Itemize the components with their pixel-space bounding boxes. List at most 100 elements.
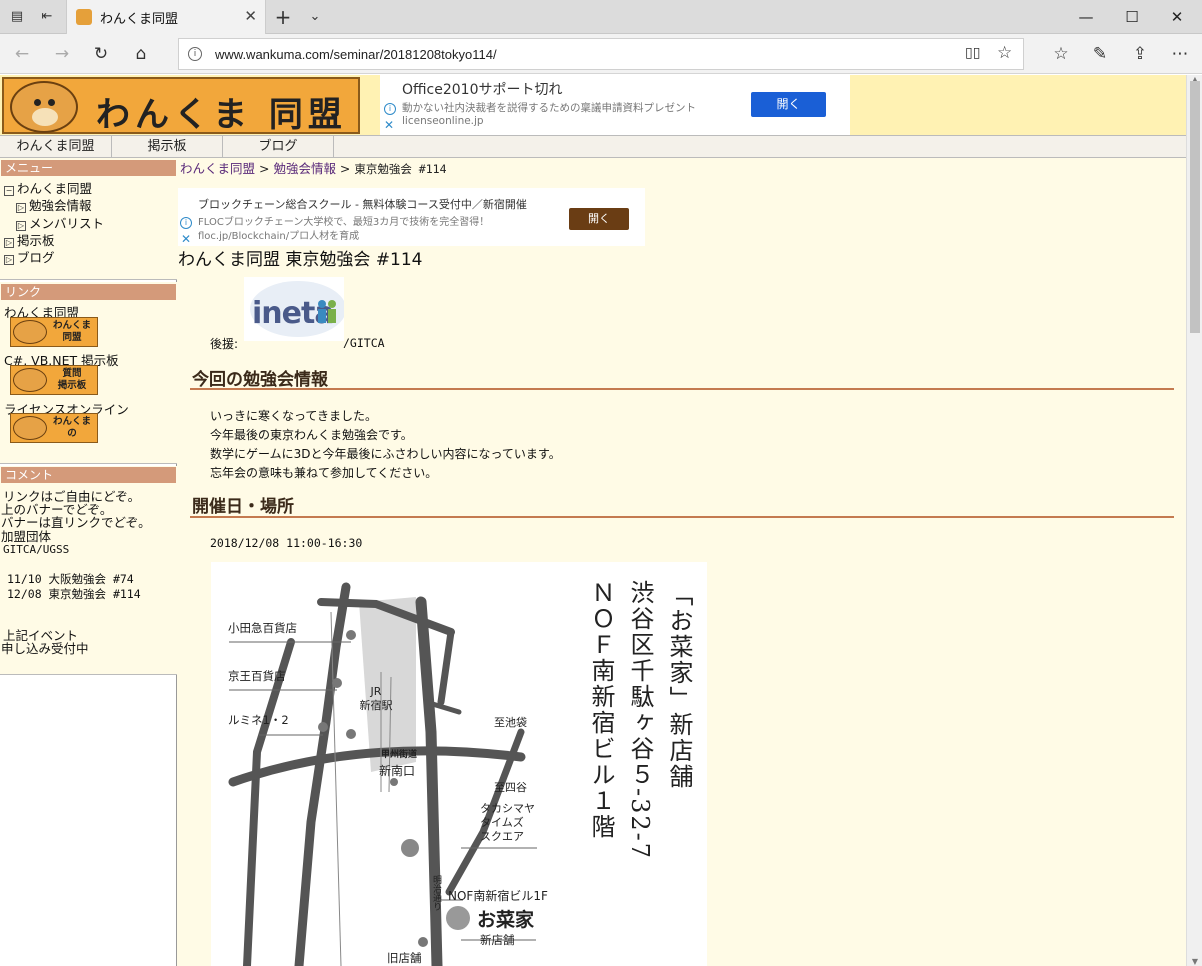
- sponsor-suffix: /GITCA: [343, 336, 385, 350]
- intro-line: 今年最後の東京わんくま勉強会です。: [210, 428, 413, 442]
- expand-icon[interactable]: ▷: [4, 255, 14, 265]
- inline-ad-banner[interactable]: ブロックチェーン総合スクール - 無料体験コース受付中／新宿開催 FLOCブロッ…: [178, 188, 645, 246]
- collapse-icon[interactable]: −: [4, 186, 14, 196]
- top-ad-banner[interactable]: Office2010サポート切れ 動かない社内決裁者を説得するための稟議申請資料…: [380, 75, 850, 135]
- favorites-hub-icon[interactable]: ☆: [1049, 42, 1073, 66]
- intro-line: いっきに寒くなってきました。: [210, 409, 378, 423]
- breadcrumb: わんくま同盟 > 勉強会情報 > 東京勉強会 #114: [180, 161, 447, 176]
- map-label-oldshop: 旧店舗: [387, 951, 422, 965]
- forward-icon[interactable]: →: [50, 42, 74, 66]
- sponsor-label: 後援:: [210, 337, 239, 351]
- breadcrumb-home[interactable]: わんくま同盟: [180, 161, 255, 176]
- breadcrumb-section[interactable]: 勉強会情報: [273, 161, 336, 176]
- page-viewport: わんくま 同盟 Office2010サポート切れ 動かない社内決裁者を説得するた…: [0, 75, 1186, 966]
- map-label-store: 京王百貨店: [228, 669, 286, 683]
- bear-icon: [13, 368, 47, 392]
- minimize-icon[interactable]: —: [1073, 4, 1099, 30]
- sidebar-comment-header: コメント: [1, 467, 176, 483]
- ad-desc: FLOCブロックチェーン大学校で、最短3カ月で技術を完全習得！: [198, 217, 490, 228]
- ad-open-button[interactable]: 開く: [751, 92, 826, 117]
- wankuma-banner[interactable]: わんくま 同盟: [10, 317, 98, 347]
- sidebar-item-seminar[interactable]: ▷ 勉強会情報: [16, 195, 92, 214]
- maximize-icon[interactable]: ☐: [1119, 4, 1145, 30]
- more-icon[interactable]: ⋯: [1168, 42, 1192, 66]
- sidebar-menu-header: メニュー: [1, 160, 176, 176]
- map-label-store: 小田急百貨店: [228, 621, 297, 635]
- ad-domain: floc.jp/Blockchain/プロ人材を育成: [198, 231, 360, 242]
- intro-line: 忘年会の意味も兼ねて参加してください。: [210, 466, 438, 480]
- menu-item-home[interactable]: わんくま同盟: [0, 136, 112, 157]
- page-scrollbar[interactable]: ▲ ▼: [1186, 75, 1202, 966]
- refresh-icon[interactable]: ↻: [89, 42, 113, 66]
- venue-map: 小田急百貨店 京王百貨店 ルミネ1・2 JR 新宿駅 甲州街道 新南口 至池袋 …: [211, 562, 707, 966]
- breadcrumb-current: 東京勉強会 #114: [354, 162, 447, 176]
- home-icon[interactable]: ⌂: [129, 42, 153, 66]
- tab-actions-icon[interactable]: ▤: [8, 8, 26, 26]
- notes-pen-icon[interactable]: ✎: [1088, 42, 1112, 66]
- browser-navbar: ← → ↻ ⌂ i www.wankuma.com/seminar/201812…: [0, 34, 1202, 74]
- map-label-newshop: 新店舗: [480, 933, 515, 947]
- sidebar-link-header: リンク: [1, 284, 176, 300]
- new-tab-icon[interactable]: +: [274, 7, 292, 27]
- ad-info-icon[interactable]: i: [384, 103, 396, 115]
- share-icon[interactable]: ⇪: [1128, 42, 1152, 66]
- ad-close-icon[interactable]: ✕: [181, 232, 191, 246]
- browser-tab[interactable]: わんくま同盟 ✕: [66, 0, 266, 34]
- event-datetime: 2018/12/08 11:00-16:30: [210, 536, 363, 550]
- site-header: わんくま 同盟 Office2010サポート切れ 動かない社内決裁者を説得するた…: [0, 75, 1186, 135]
- ad-open-button[interactable]: 開く: [569, 208, 629, 230]
- ad-close-icon[interactable]: ✕: [384, 118, 394, 132]
- site-logo[interactable]: わんくま 同盟: [2, 77, 360, 135]
- browser-titlebar: ▤ ⇤ わんくま同盟 ✕ + ⌄ — ☐ ✕: [0, 0, 1202, 34]
- site-menubar: わんくま同盟 掲示板 ブログ: [0, 135, 1186, 158]
- site-info-icon[interactable]: i: [188, 47, 202, 61]
- map-label-road: 甲州街道: [381, 750, 418, 760]
- map-label-building: タカシマヤ タイムズ スクエア: [480, 802, 535, 843]
- event-link[interactable]: 11/10 大阪勉強会 #74: [7, 571, 134, 587]
- reading-view-icon[interactable]: ▯▯: [965, 45, 980, 61]
- scrollbar-thumb[interactable]: [1190, 81, 1200, 333]
- ad-title[interactable]: Office2010サポート切れ: [402, 79, 563, 99]
- map-label-direction: 至四谷: [494, 781, 527, 794]
- tab-list-chevron-icon[interactable]: ⌄: [306, 8, 324, 26]
- map-label-store: ルミネ1・2: [228, 713, 289, 727]
- url-text: www.wankuma.com/seminar/20181208tokyo114…: [215, 47, 497, 62]
- scroll-down-icon[interactable]: ▼: [1187, 957, 1202, 966]
- close-window-icon[interactable]: ✕: [1164, 4, 1190, 30]
- address-line: 「お菜家」新店舗: [665, 582, 693, 790]
- ad-title[interactable]: ブロックチェーン総合スクール - 無料体験コース受付中／新宿開催: [198, 196, 527, 212]
- event-link[interactable]: 12/08 東京勉強会 #114: [7, 586, 141, 602]
- menu-item-blog[interactable]: ブログ: [223, 136, 334, 157]
- sidebar-item-blog[interactable]: ▷ ブログ: [4, 247, 55, 266]
- map-label-direction: 至池袋: [494, 716, 527, 729]
- shop-logo: お菜家: [477, 909, 535, 931]
- comment-line: 申し込み受付中: [1, 641, 89, 656]
- set-aside-tabs-icon[interactable]: ⇤: [38, 8, 56, 26]
- sidebar-comment-panel: コメント リンクはご自由にどぞ。 上のバナーでどぞ。 バナーは直リンクでどぞ。 …: [0, 466, 177, 675]
- bear-icon: [13, 320, 47, 344]
- address-line: 渋谷区千駄ヶ谷５-32-7: [626, 580, 654, 861]
- page-title: わんくま同盟 東京勉強会 #114: [178, 250, 423, 270]
- license-banner[interactable]: わんくまの: [10, 413, 98, 443]
- favicon-icon: [76, 9, 92, 25]
- tab-title: わんくま同盟: [100, 12, 179, 27]
- ineta-logo[interactable]: ineta: [244, 277, 346, 341]
- close-tab-icon[interactable]: ✕: [244, 7, 257, 25]
- intro-line: 数学にゲームに3Dと今年最後にふさわしい内容になっています。: [210, 447, 561, 461]
- bear-logo-icon: [10, 81, 78, 133]
- back-icon[interactable]: ←: [10, 42, 34, 66]
- sidebar-menu-panel: メニュー − わんくま同盟 ▷ 勉強会情報 ▷ メンバリスト ▷ 掲示板 ▷ ブログ: [0, 158, 177, 280]
- comment-line: GITCA/UGSS: [3, 543, 70, 556]
- ad-info-icon[interactable]: i: [180, 217, 192, 229]
- address-bar[interactable]: i www.wankuma.com/seminar/20181208tokyo1…: [178, 38, 1024, 70]
- favorite-star-icon[interactable]: ☆: [997, 43, 1012, 63]
- menu-item-board[interactable]: 掲示板: [112, 136, 223, 157]
- section-heading-info: 今回の勉強会情報: [190, 365, 1174, 390]
- board-banner[interactable]: 質問 掲示板: [10, 365, 98, 395]
- map-label-station: JR 新宿駅: [359, 685, 393, 712]
- ineta-logo-icon: ineta: [250, 281, 346, 337]
- ad-domain: licenseonline.jp: [402, 115, 484, 127]
- logo-text: わんくま 同盟: [96, 95, 347, 135]
- map-label-exit: 新南口: [379, 764, 416, 778]
- bear-icon: [13, 416, 47, 440]
